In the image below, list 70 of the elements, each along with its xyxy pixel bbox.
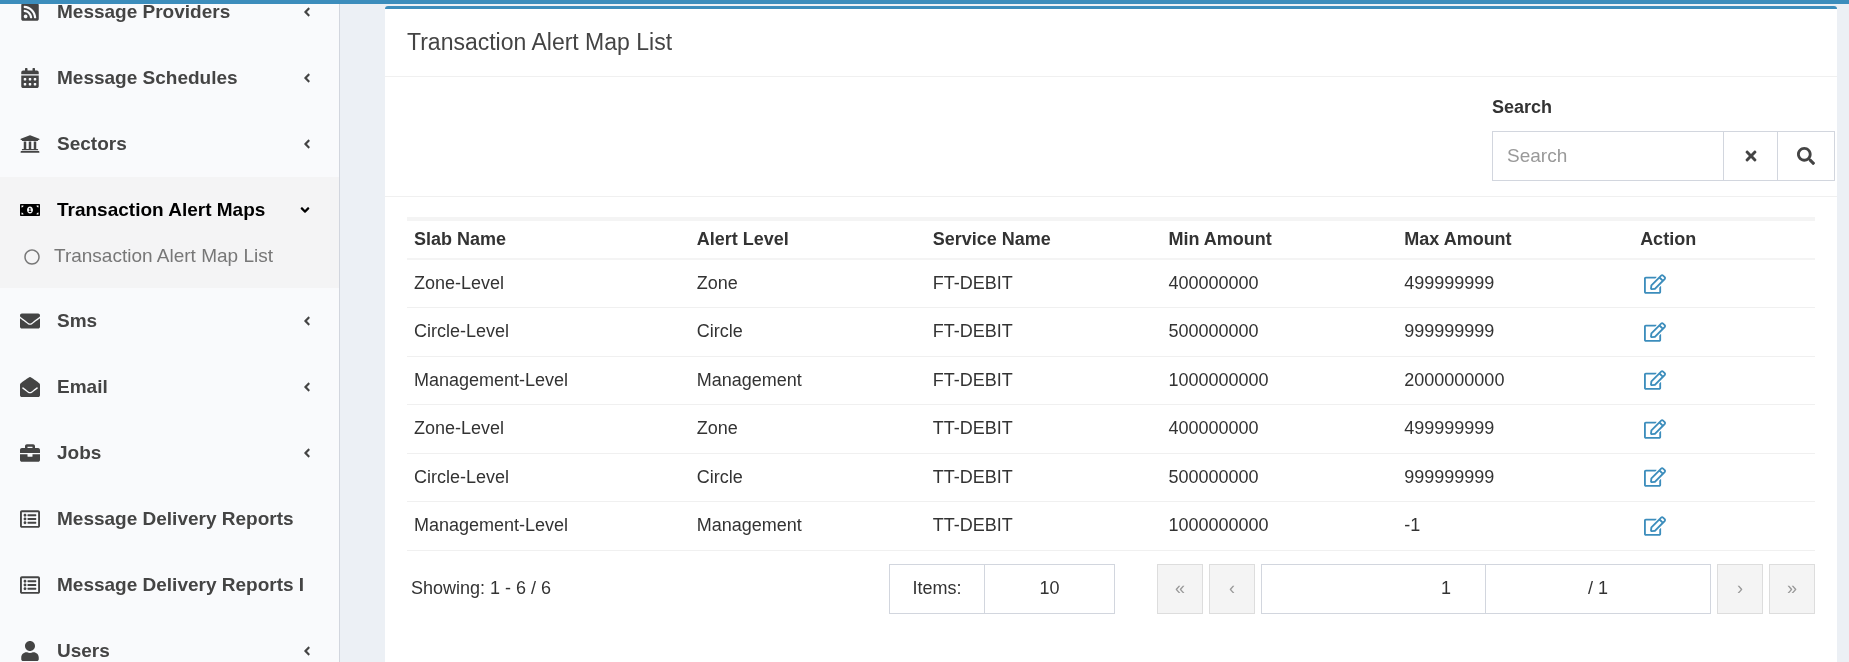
rss-icon — [20, 4, 40, 22]
edit-icon[interactable] — [1644, 369, 1667, 392]
table-cell: Zone-Level — [414, 418, 505, 439]
search-button[interactable] — [1778, 131, 1835, 181]
table-cell: -1 — [1404, 515, 1421, 536]
table-cell: TT-DEBIT — [932, 418, 1013, 439]
search-field[interactable]: Search — [1492, 131, 1724, 181]
search-icon — [1797, 147, 1815, 165]
column-header: Slab Name — [414, 229, 507, 249]
table-cell: Management — [696, 515, 802, 536]
table-cell: TT-DEBIT — [932, 515, 1013, 536]
envelope-icon — [20, 311, 40, 331]
edit-icon[interactable] — [1644, 417, 1667, 440]
table-cell: Circle — [696, 466, 743, 487]
table-cell: Zone — [696, 273, 738, 293]
table-cell: FT-DEBIT — [932, 369, 1013, 390]
table-cell: 499999999 — [1404, 418, 1495, 439]
table-cell: 499999999 — [1404, 273, 1495, 293]
sidebar-item[interactable]: Message Delivery Reports I — [0, 552, 339, 618]
sidebar-item[interactable]: Sectors — [0, 111, 339, 177]
sidebar-item[interactable]: Sms — [0, 288, 339, 354]
sidebar-item[interactable]: Jobs — [0, 420, 339, 486]
table-cell: 400000000 — [1168, 418, 1259, 439]
table-cell: Circle — [696, 321, 743, 342]
envelope-icon — [20, 377, 40, 397]
items-label: Items: — [889, 563, 985, 614]
table-cell: Management-Level — [414, 369, 569, 390]
calendar-icon — [20, 68, 40, 88]
showing-text: Showing: 1 - 6 / 6 — [410, 577, 553, 600]
column-header: Alert Level — [696, 229, 789, 249]
search-label: Search — [1492, 96, 1554, 119]
column-header: Min Amount — [1168, 229, 1272, 249]
column-header: Max Amount — [1404, 229, 1512, 249]
edit-icon[interactable] — [1644, 466, 1667, 489]
table-cell: Zone-Level — [414, 273, 505, 293]
bank-icon — [20, 134, 40, 154]
sidebar-item[interactable]: Message Delivery Reports — [0, 486, 339, 552]
table-cell: 500000000 — [1168, 321, 1259, 342]
table-cell: 1000000000 — [1168, 369, 1269, 390]
table-cell: FT-DEBIT — [932, 321, 1013, 342]
sidebar-item[interactable]: Email — [0, 354, 339, 420]
edit-icon[interactable] — [1644, 514, 1667, 537]
table-cell: 999999999 — [1404, 321, 1495, 342]
table-cell: FT-DEBIT — [932, 273, 1013, 293]
edit-icon[interactable] — [1644, 320, 1667, 343]
list-icon — [20, 509, 40, 529]
edit-icon[interactable] — [1644, 272, 1667, 295]
table-cell: Management — [696, 369, 802, 390]
table-cell: 2000000000 — [1404, 369, 1505, 390]
page-total: / 1 — [1486, 563, 1711, 614]
table-cell: TT-DEBIT — [932, 466, 1013, 487]
table-cell: Circle-Level — [414, 466, 510, 487]
table-cell: Management-Level — [414, 515, 569, 536]
column-header: Service Name — [932, 229, 1051, 249]
items-field[interactable]: 10 — [985, 563, 1115, 614]
table-cell: Zone — [696, 418, 738, 439]
sidebar-item[interactable]: Message Schedules — [0, 45, 339, 111]
table-cell: 500000000 — [1168, 466, 1259, 487]
table-cell: 999999999 — [1404, 466, 1495, 487]
page-field[interactable]: 1 — [1261, 563, 1486, 614]
sidebar-item[interactable]: Users — [0, 618, 339, 662]
list-icon — [20, 575, 40, 595]
card-title: Transaction Alert Map List — [407, 28, 673, 58]
table-cell: Circle-Level — [414, 321, 510, 342]
user-icon — [20, 641, 40, 661]
column-header: Action — [1640, 229, 1697, 249]
sidebar-item[interactable]: Message Providers — [0, 4, 339, 45]
table-cell: 1000000000 — [1168, 515, 1269, 536]
table-cell: 400000000 — [1168, 273, 1259, 293]
briefcase-icon — [20, 443, 40, 463]
